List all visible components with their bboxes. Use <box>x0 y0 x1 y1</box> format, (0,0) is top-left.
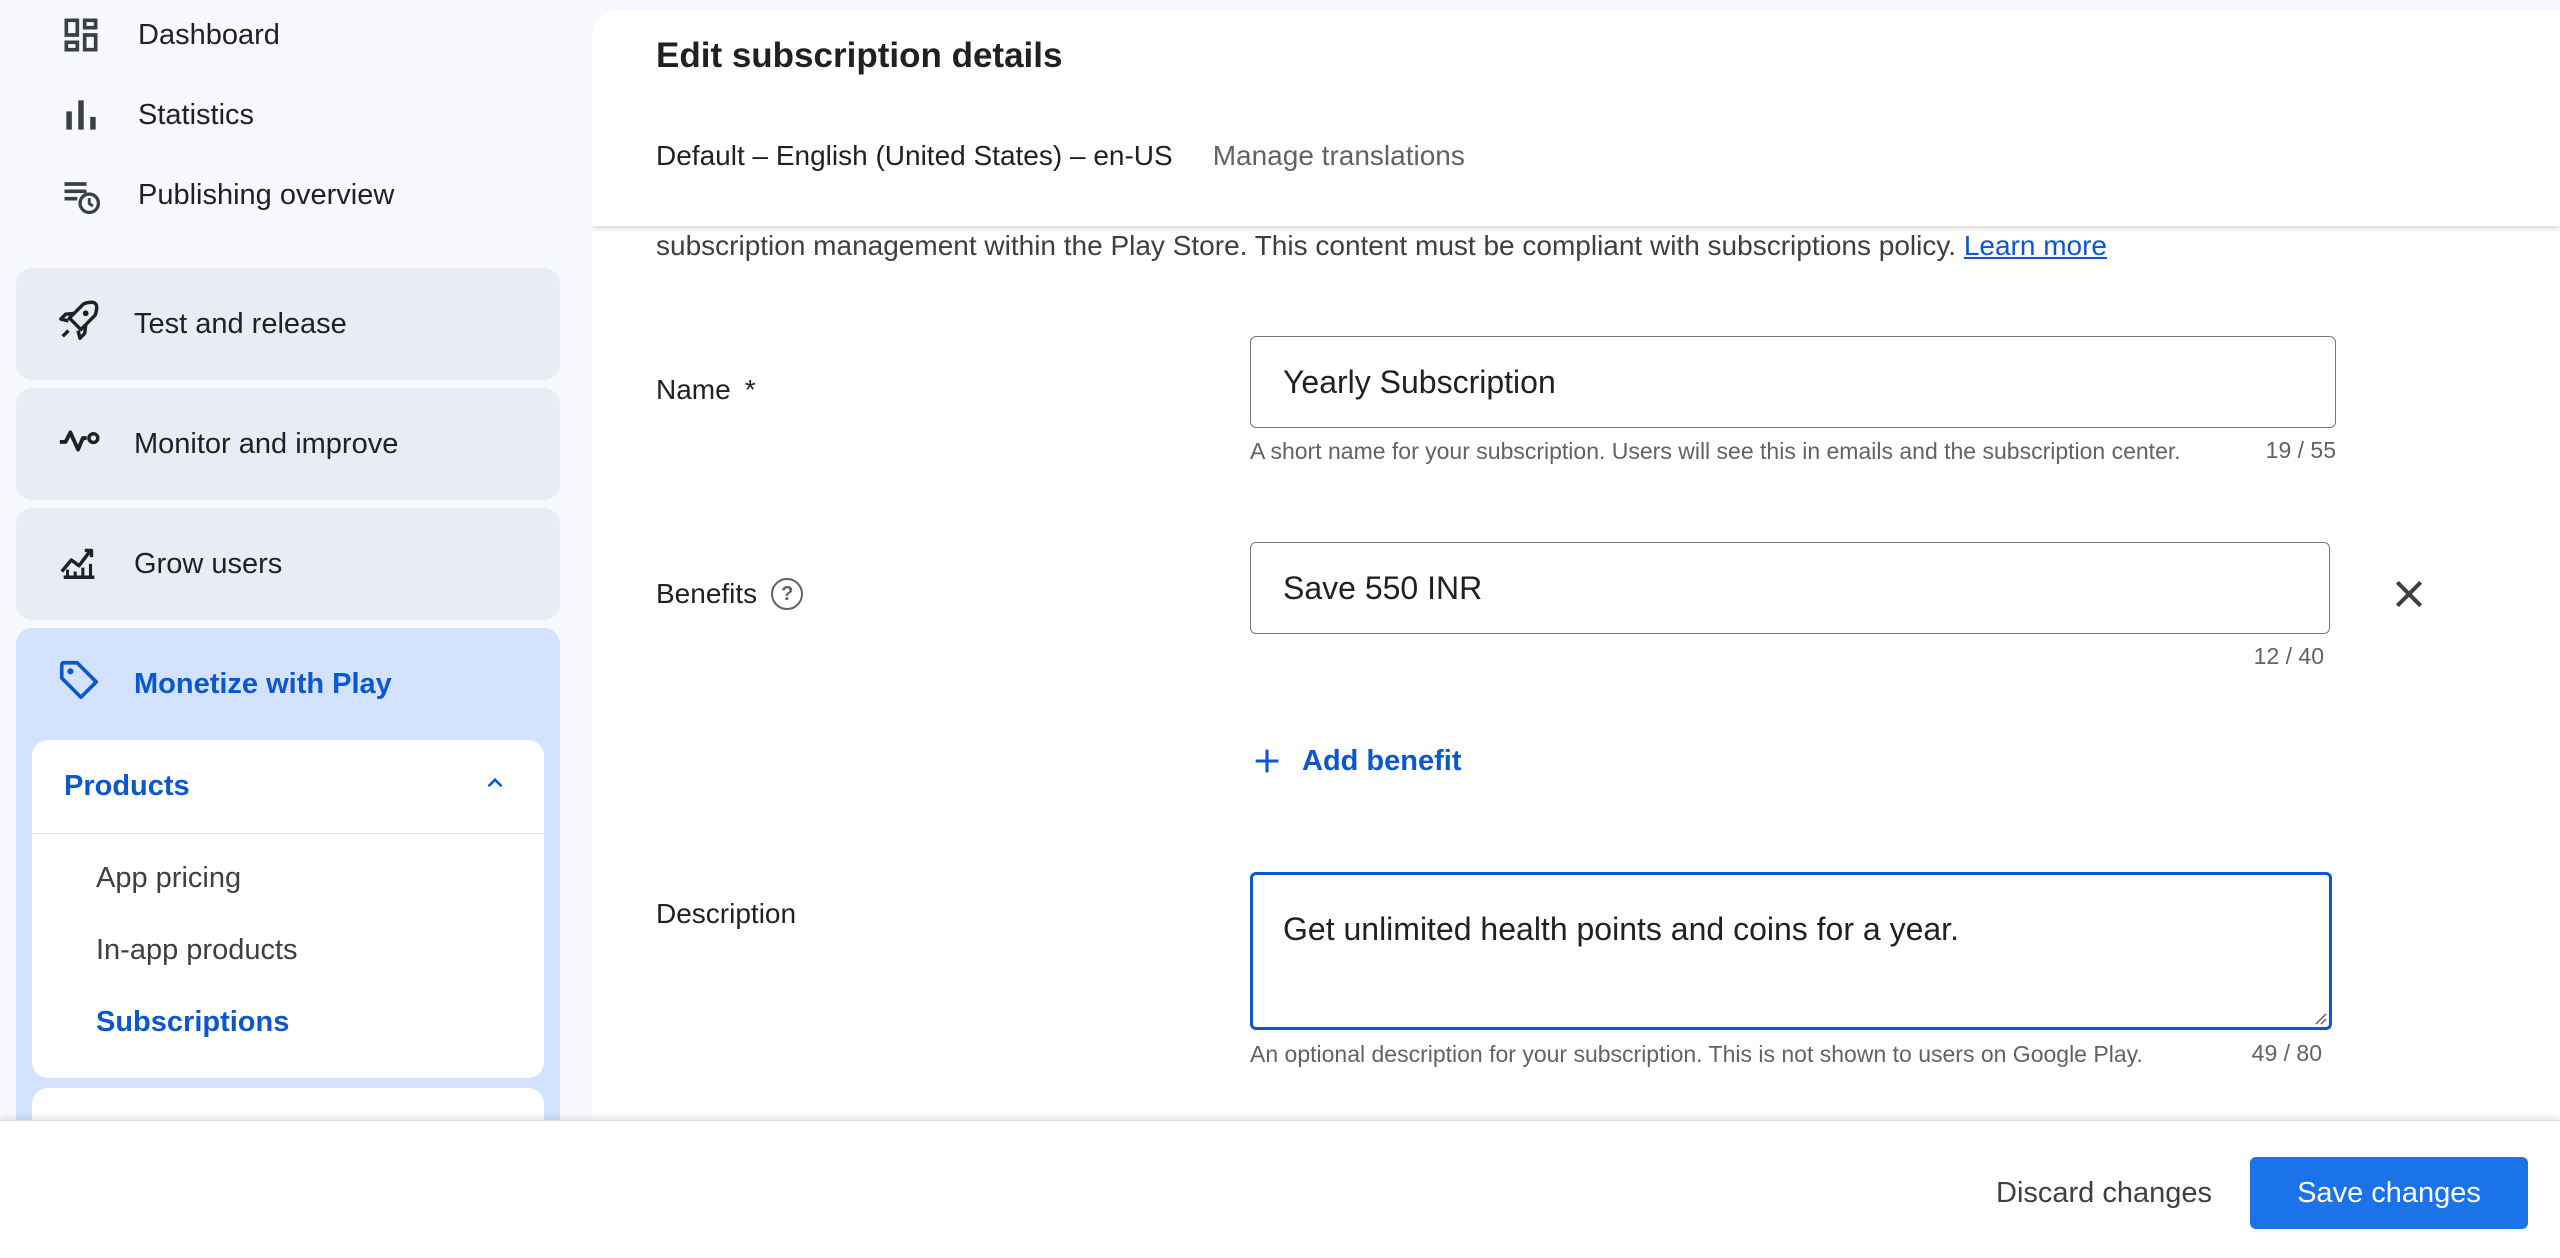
sidebar-item-label: Dashboard <box>138 18 280 51</box>
sidebar-item-app-pricing[interactable]: App pricing <box>32 842 544 914</box>
default-language-label: Default – English (United States) – en-U… <box>656 140 1173 171</box>
sidebar-item-dashboard[interactable]: Dashboard <box>56 5 280 65</box>
trending-icon <box>56 537 102 591</box>
chevron-up-icon <box>482 770 508 804</box>
name-input-value: Yearly Subscription <box>1283 363 1556 400</box>
vitals-icon <box>56 417 102 471</box>
page-title: Edit subscription details <box>656 36 1063 75</box>
benefit-input-value: Save 550 INR <box>1283 569 1483 606</box>
sidebar-item-label: Statistics <box>138 98 255 131</box>
panel-header: Edit subscription details Default – Engl… <box>592 10 2560 226</box>
required-mark: * <box>744 374 756 405</box>
sidebar-item-label: Publishing overview <box>138 178 395 211</box>
description-char-counter: 49 / 80 <box>2251 1040 2322 1066</box>
description-value: Get unlimited health points and coins fo… <box>1283 911 1959 947</box>
bar-chart-icon <box>56 90 106 140</box>
products-group-label: Products <box>64 770 190 802</box>
sidebar-item-subscriptions[interactable]: Subscriptions <box>32 986 544 1058</box>
name-field-label: Name * <box>656 374 756 406</box>
sidebar-item-statistics[interactable]: Statistics <box>56 85 254 145</box>
name-input[interactable]: Yearly Subscription <box>1250 336 2336 428</box>
sidebar-next-group <box>32 1088 544 1120</box>
remove-benefit-button[interactable] <box>2385 570 2433 618</box>
add-benefit-button[interactable]: Add benefit <box>1250 744 1462 778</box>
sidebar-item-label: Monitor and improve <box>134 427 399 460</box>
sidebar-item-label: Grow users <box>134 547 283 580</box>
description-textarea[interactable]: Get unlimited health points and coins fo… <box>1250 872 2332 1030</box>
sidebar-item-label: Test and release <box>134 307 347 340</box>
help-circle-icon[interactable]: ? <box>771 578 804 610</box>
benefit-char-counter: 12 / 40 <box>2253 643 2324 669</box>
action-bar: Discard changes Save changes <box>0 1120 2560 1258</box>
name-char-counter: 19 / 55 <box>2265 437 2336 463</box>
close-icon <box>2395 580 2423 608</box>
benefits-label-text: Benefits <box>656 578 758 609</box>
sidebar-item-label: Monetize with Play <box>134 667 392 700</box>
sidebar-section-monetize: Monetize with Play Products App pricing … <box>16 628 560 1120</box>
sidebar-item-grow-users[interactable]: Grow users <box>16 508 560 620</box>
resize-handle-icon[interactable] <box>2311 1009 2327 1025</box>
dashboard-icon <box>56 10 106 60</box>
benefit-input[interactable]: Save 550 INR <box>1250 542 2330 634</box>
description-helper-text: An optional description for your subscri… <box>1250 1041 2143 1067</box>
sidebar-item-monetize-with-play[interactable]: Monetize with Play <box>16 628 560 740</box>
rocket-icon <box>56 297 102 351</box>
sidebar-item-monitor-and-improve[interactable]: Monitor and improve <box>16 388 560 500</box>
save-changes-button[interactable]: Save changes <box>2250 1157 2528 1229</box>
sidebar-item-label: In-app products <box>96 933 298 966</box>
discard-changes-button[interactable]: Discard changes <box>1976 1157 2232 1229</box>
name-helper-text: A short name for your subscription. User… <box>1250 438 2181 464</box>
intro-text-body: subscription management within the Play … <box>656 230 1957 261</box>
sidebar-item-in-app-products[interactable]: In-app products <box>32 914 544 986</box>
manage-translations-button[interactable]: Manage translations <box>1213 140 1465 172</box>
publishing-history-icon <box>56 170 106 220</box>
sidebar-item-test-and-release[interactable]: Test and release <box>16 268 560 380</box>
products-group-toggle[interactable]: Products <box>32 740 544 834</box>
edit-subscription-panel: Edit subscription details Default – Engl… <box>592 10 2560 1120</box>
language-row: Default – English (United States) – en-U… <box>656 140 1465 172</box>
benefits-field-label: Benefits ? <box>656 578 804 610</box>
sidebar: Dashboard Statistics Publishing overview… <box>0 0 592 1120</box>
intro-text: subscription management within the Play … <box>656 224 2496 268</box>
products-panel: Products App pricing In-app products Sub… <box>32 740 544 1078</box>
learn-more-link[interactable]: Learn more <box>1964 230 2107 261</box>
name-label-text: Name <box>656 374 731 405</box>
description-label-text: Description <box>656 898 797 929</box>
sidebar-item-label: Subscriptions <box>96 1005 290 1038</box>
add-benefit-label: Add benefit <box>1302 744 1462 777</box>
sidebar-item-publishing-overview[interactable]: Publishing overview <box>56 165 394 225</box>
description-field-label: Description <box>656 898 796 930</box>
tag-icon <box>56 657 102 711</box>
plus-icon <box>1255 749 1279 773</box>
sidebar-item-label: App pricing <box>96 861 242 894</box>
